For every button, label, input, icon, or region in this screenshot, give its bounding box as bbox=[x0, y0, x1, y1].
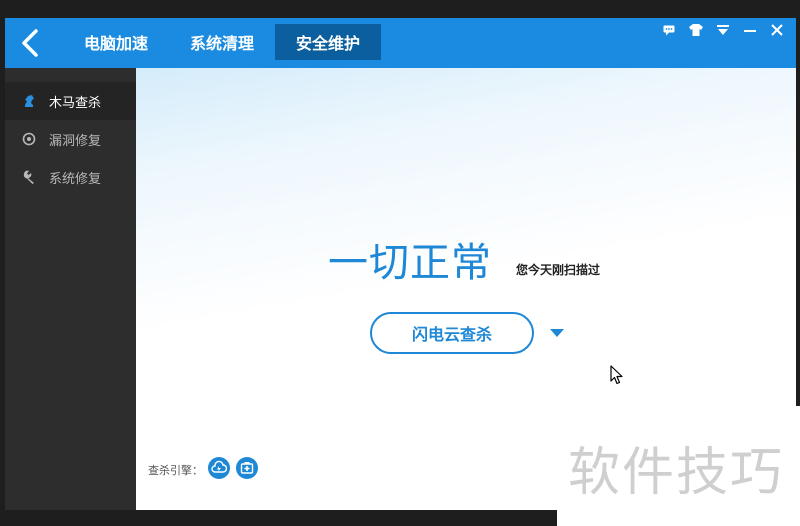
sidebar-item-system-fix[interactable]: 系统修复 bbox=[5, 158, 136, 196]
cloud-scan-button[interactable]: 闪电云查杀 bbox=[370, 312, 534, 354]
minimize-icon bbox=[743, 30, 756, 32]
horse-icon bbox=[21, 93, 37, 109]
back-arrow-icon bbox=[22, 29, 38, 57]
menu-button[interactable] bbox=[709, 20, 736, 40]
scan-options-dropdown[interactable] bbox=[548, 325, 566, 339]
sidebar-item-trojan-scan[interactable]: 木马查杀 bbox=[5, 82, 136, 120]
mouse-cursor-icon bbox=[610, 365, 623, 385]
status-title: 一切正常 bbox=[328, 240, 492, 286]
main-tabs: 电脑加速 系统清理 安全维护 bbox=[63, 24, 382, 62]
sidebar-item-label: 系统修复 bbox=[49, 171, 102, 187]
close-icon bbox=[770, 24, 783, 36]
feedback-button[interactable] bbox=[655, 20, 682, 40]
sidebar-item-label: 漏洞修复 bbox=[49, 133, 102, 149]
tab-speedup[interactable]: 电脑加速 bbox=[63, 24, 169, 60]
tab-cleanup[interactable]: 系统清理 bbox=[169, 24, 275, 60]
cloud-engine-icon[interactable] bbox=[208, 457, 230, 479]
window-controls bbox=[655, 20, 790, 40]
patch-icon bbox=[21, 131, 37, 147]
menu-icon bbox=[716, 24, 729, 35]
close-button[interactable] bbox=[763, 20, 790, 40]
minimize-button[interactable] bbox=[736, 20, 763, 40]
engine-label: 查杀引擎： bbox=[148, 464, 203, 477]
feedback-icon bbox=[663, 25, 674, 35]
tab-security[interactable]: 安全维护 bbox=[275, 24, 382, 60]
sidebar-item-vuln-fix[interactable]: 漏洞修复 bbox=[5, 120, 136, 158]
sidebar: 木马查杀 漏洞修复 系统修复 bbox=[5, 68, 136, 510]
skin-button[interactable] bbox=[682, 20, 709, 40]
triangle-down-icon bbox=[550, 329, 564, 337]
title-bar: 电脑加速 系统清理 安全维护 bbox=[5, 18, 796, 68]
status-subtitle: 您今天刚扫描过 bbox=[516, 263, 601, 277]
back-button[interactable] bbox=[15, 26, 49, 60]
sidebar-item-label: 木马查杀 bbox=[49, 95, 102, 111]
skin-icon bbox=[688, 24, 703, 36]
watermark-text: 软件技巧 bbox=[568, 443, 785, 503]
wrench-icon bbox=[21, 169, 37, 185]
local-engine-icon[interactable] bbox=[236, 457, 258, 479]
